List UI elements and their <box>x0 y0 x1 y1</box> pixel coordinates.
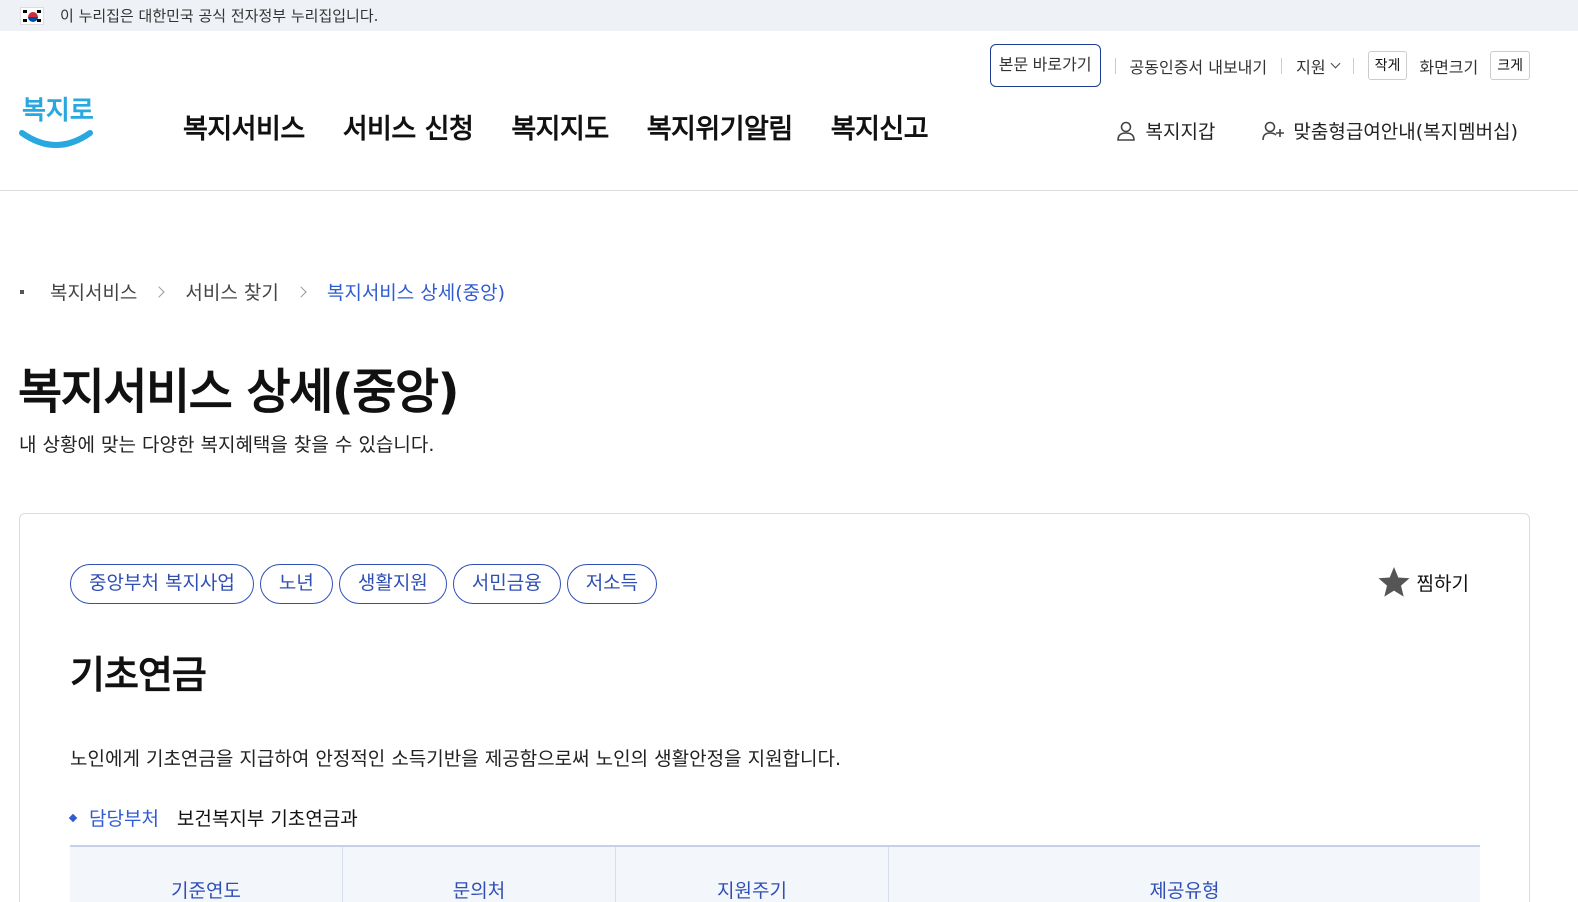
gov-banner-text: 이 누리집은 대한민국 공식 전자정부 누리집입니다. <box>60 7 379 25</box>
chevron-right-icon <box>295 285 307 298</box>
support-dropdown[interactable]: 지원 <box>1296 54 1341 78</box>
divider <box>1352 57 1354 74</box>
welfare-wallet-label: 복지지갑 <box>1145 121 1216 143</box>
tag-central-ministry[interactable]: 중앙부처 복지사업 <box>70 564 254 604</box>
export-certificate-link[interactable]: 공동인증서 내보내기 <box>1130 54 1268 78</box>
department-label: 담당부처 <box>89 808 159 830</box>
service-info-table-header: 기준연도 문의처 지원주기 제공유형 <box>70 845 1480 902</box>
screen-size-label: 화면크기 <box>1419 57 1479 77</box>
nav-item-welfare-service[interactable]: 복지서비스 <box>183 107 305 146</box>
utility-bar: 본문 바로가기 공동인증서 내보내기 지원 작게 화면크기 크게 <box>989 44 1530 87</box>
breadcrumb-item-current: 복지서비스 상세(중앙) <box>326 282 506 304</box>
page-title: 복지서비스 상세(중앙) <box>18 364 460 420</box>
gov-banner: 이 누리집은 대한민국 공식 전자정부 누리집입니다. <box>0 0 1578 31</box>
service-tags: 중앙부처 복지사업 노년 생활지원 서민금융 저소득 <box>70 564 658 604</box>
page-description: 내 상황에 맞는 다양한 복지혜택을 찾을 수 있습니다. <box>19 434 435 456</box>
font-smaller-button[interactable]: 작게 <box>1367 51 1408 80</box>
user-add-icon <box>1262 121 1285 140</box>
svg-text:복지로: 복지로 <box>22 96 94 126</box>
bokjiro-logo-icon: 복지로 <box>19 96 94 148</box>
tag-living-support[interactable]: 생활지원 <box>338 564 447 604</box>
font-larger-button[interactable]: 크게 <box>1490 51 1530 80</box>
department-info: 담당부처 보건복지부 기초연금과 <box>68 804 358 831</box>
table-header-base-year: 기준연도 <box>70 847 343 902</box>
diamond-bullet-icon <box>68 813 78 822</box>
table-header-support-cycle: 지원주기 <box>616 847 889 902</box>
favorite-label: 찜하기 <box>1416 572 1469 595</box>
tag-low-income-finance[interactable]: 서민금융 <box>452 564 561 604</box>
chevron-right-icon <box>153 285 166 298</box>
nav-item-service-apply[interactable]: 서비스 신청 <box>343 107 474 146</box>
tag-elderly[interactable]: 노년 <box>259 564 333 604</box>
table-header-provision-type: 제공유형 <box>1149 879 1220 902</box>
site-header: 복지로 복지서비스 서비스 신청 복지지도 복지위기알림 복지신고 본문 바로가… <box>0 31 1578 191</box>
membership-link[interactable]: 맞춤형급여안내(복지멤버십) <box>1261 117 1518 144</box>
department-value: 보건복지부 기초연금과 <box>176 808 358 830</box>
korea-flag-icon <box>20 6 44 25</box>
breadcrumb-bullet <box>20 289 24 294</box>
main-nav: 복지서비스 서비스 신청 복지지도 복지위기알림 복지신고 <box>183 107 929 146</box>
nav-item-welfare-report[interactable]: 복지신고 <box>831 107 929 146</box>
skip-to-content-button[interactable]: 본문 바로가기 <box>989 44 1101 87</box>
welfare-wallet-link[interactable]: 복지지갑 <box>1115 117 1215 144</box>
service-description: 노인에게 기초연금을 지급하여 안정적인 소득기반을 제공함으로써 노인의 생활… <box>70 748 842 770</box>
chevron-down-icon <box>1330 58 1341 69</box>
service-detail-card: 중앙부처 복지사업 노년 생활지원 서민금융 저소득 찜하기 기초연금 노인에게… <box>19 513 1530 902</box>
table-header-contact: 문의처 <box>343 847 616 902</box>
divider <box>1114 57 1116 74</box>
breadcrumb-item-welfare-service[interactable]: 복지서비스 <box>50 278 137 305</box>
favorite-button[interactable]: 찜하기 <box>1377 566 1469 598</box>
membership-label: 맞춤형급여안내(복지멤버십) <box>1293 121 1518 143</box>
tag-low-income[interactable]: 저소득 <box>566 564 658 604</box>
service-title: 기초연금 <box>70 653 207 697</box>
breadcrumb: 복지서비스 서비스 찾기 복지서비스 상세(중앙) <box>20 278 505 305</box>
nav-item-crisis-alert[interactable]: 복지위기알림 <box>647 107 794 146</box>
divider <box>1281 57 1283 74</box>
user-menu: 복지지갑 맞춤형급여안내(복지멤버십) <box>1115 117 1518 144</box>
star-icon <box>1378 567 1410 597</box>
user-icon <box>1117 121 1136 141</box>
nav-item-welfare-map[interactable]: 복지지도 <box>511 107 609 146</box>
site-logo[interactable]: 복지로 <box>18 89 94 155</box>
support-label: 지원 <box>1296 57 1326 77</box>
breadcrumb-item-service-search[interactable]: 서비스 찾기 <box>185 278 278 305</box>
